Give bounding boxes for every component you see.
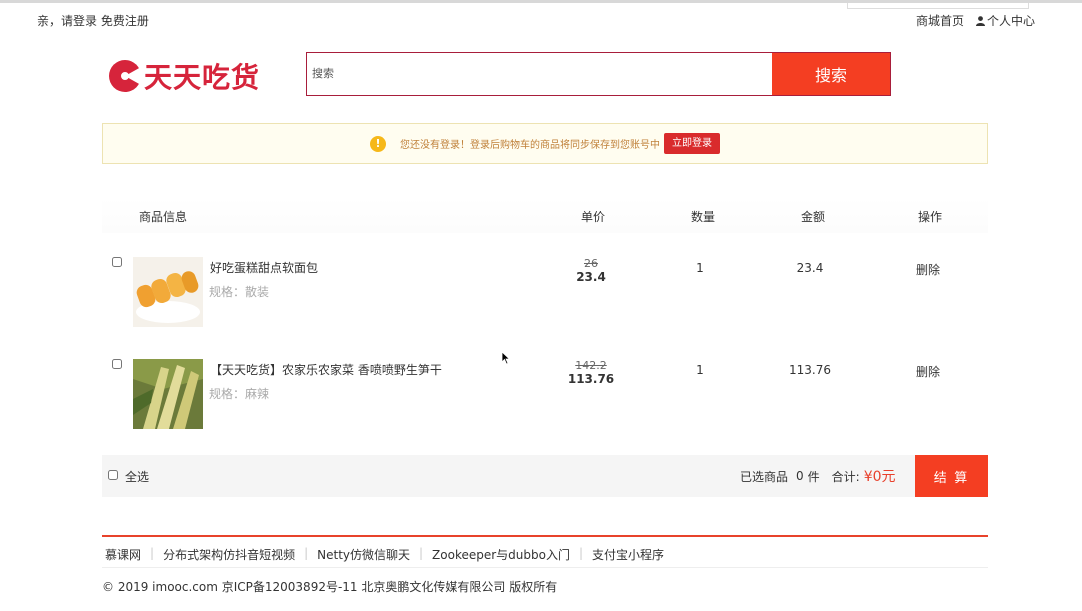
select-all-label[interactable]: 全选 <box>125 468 149 485</box>
item-amount: 113.76 <box>789 363 831 377</box>
footer-link[interactable]: Netty仿微信聊天 <box>317 546 410 563</box>
item-quantity: 1 <box>696 261 704 275</box>
search-button[interactable]: 搜索 <box>772 53 890 95</box>
product-image-bamboo[interactable] <box>133 359 203 429</box>
register-link[interactable]: 免费注册 <box>101 14 149 28</box>
selected-label: 已选商品 <box>740 469 789 484</box>
item-checkbox[interactable] <box>112 257 122 267</box>
dropdown-panel <box>847 3 1029 9</box>
delete-button[interactable]: 删除 <box>908 261 948 278</box>
item-quantity: 1 <box>696 363 704 377</box>
user-icon <box>975 16 985 26</box>
header-info: 商品信息 <box>139 210 188 224</box>
top-bar: 亲，请登录 免费注册 商城首页 个人中心 <box>0 0 1082 34</box>
original-price: 142.2 <box>575 359 607 372</box>
search-bar: 搜索 <box>306 52 891 96</box>
cart-summary-bar: 全选 已选商品 0 件 合计: ¥0元 结 算 <box>102 455 988 497</box>
footer-link[interactable]: 慕课网 <box>105 546 141 563</box>
current-price: 23.4 <box>576 270 606 284</box>
cart-table-header: 商品信息 单价 数量 金额 操作 <box>102 197 988 233</box>
product-name[interactable]: 好吃蛋糕甜点软面包 <box>210 259 318 276</box>
logo-icon <box>109 60 142 92</box>
checkout-button[interactable]: 结 算 <box>915 455 988 497</box>
link-separator: | <box>304 546 309 560</box>
unit-price: 142.2 113.76 <box>567 359 615 386</box>
top-nav: 商城首页 个人中心 <box>916 12 1035 29</box>
logo-text: 天天吃货 <box>144 61 261 94</box>
original-price: 26 <box>584 257 598 270</box>
home-link[interactable]: 商城首页 <box>916 12 964 29</box>
product-image-bread[interactable] <box>133 257 203 327</box>
notice-message: 您还没有登录！登录后购物车的商品将同步保存到您账号中 <box>400 140 660 151</box>
footer-link[interactable]: 支付宝小程序 <box>592 546 664 563</box>
copyright: © 2019 imooc.com 京ICP备12003892号-11 北京奥鹏文… <box>102 580 558 594</box>
footer-link[interactable]: Zookeeper与dubbo入门 <box>432 546 570 563</box>
user-center-link[interactable]: 个人中心 <box>975 12 1035 29</box>
header-unit-price: 单价 <box>581 210 606 224</box>
footer-divider <box>102 535 988 537</box>
user-center-label: 个人中心 <box>986 14 1035 28</box>
selected-unit: 件 <box>807 469 820 484</box>
item-checkbox[interactable] <box>112 359 122 369</box>
delete-button[interactable]: 删除 <box>908 363 948 380</box>
total-amount: ¥0元 <box>863 469 896 485</box>
product-name[interactable]: 【天天吃货】农家乐农家菜 香喷喷野生笋干 <box>210 361 442 378</box>
site-logo[interactable]: 天天吃货 <box>108 56 273 96</box>
header-quantity: 数量 <box>691 210 716 224</box>
warning-icon: ! <box>370 135 386 152</box>
login-now-button[interactable]: 立即登录 <box>664 133 720 154</box>
unit-price: 26 23.4 <box>567 257 615 284</box>
select-all-checkbox[interactable] <box>108 470 118 480</box>
link-separator: | <box>419 546 424 560</box>
mouse-cursor-icon <box>501 351 511 365</box>
header-action: 操作 <box>918 210 943 224</box>
link-separator: | <box>150 546 155 560</box>
summary-info: 已选商品 0 件 合计: ¥0元 <box>726 455 916 497</box>
login-links: 亲，请登录 免费注册 <box>37 12 149 29</box>
product-spec: 规格：散装 <box>209 285 270 299</box>
footer-links: 慕课网 | 分布式架构仿抖音短视频 | Netty仿微信聊天 | Zookeep… <box>105 546 664 563</box>
login-notice: ! 您还没有登录！登录后购物车的商品将同步保存到您账号中 立即登录 <box>102 123 988 164</box>
cart-item-row: 【天天吃货】农家乐农家菜 香喷喷野生笋干 规格：麻辣 142.2 113.76 … <box>102 359 988 459</box>
total-label: 合计: <box>831 469 860 484</box>
link-separator: | <box>578 546 584 560</box>
cart-item-row: 好吃蛋糕甜点软面包 规格：散装 26 23.4 1 23.4 删除 <box>102 257 988 357</box>
footer-link[interactable]: 分布式架构仿抖音短视频 <box>163 546 295 563</box>
search-input[interactable] <box>307 53 772 95</box>
item-amount: 23.4 <box>796 261 824 275</box>
login-link[interactable]: 亲，请登录 <box>37 14 97 28</box>
links-divider <box>102 567 988 568</box>
product-spec: 规格：麻辣 <box>209 387 270 401</box>
selected-count: 0 <box>796 469 804 483</box>
current-price: 113.76 <box>567 372 615 386</box>
header-amount: 金额 <box>801 210 826 224</box>
